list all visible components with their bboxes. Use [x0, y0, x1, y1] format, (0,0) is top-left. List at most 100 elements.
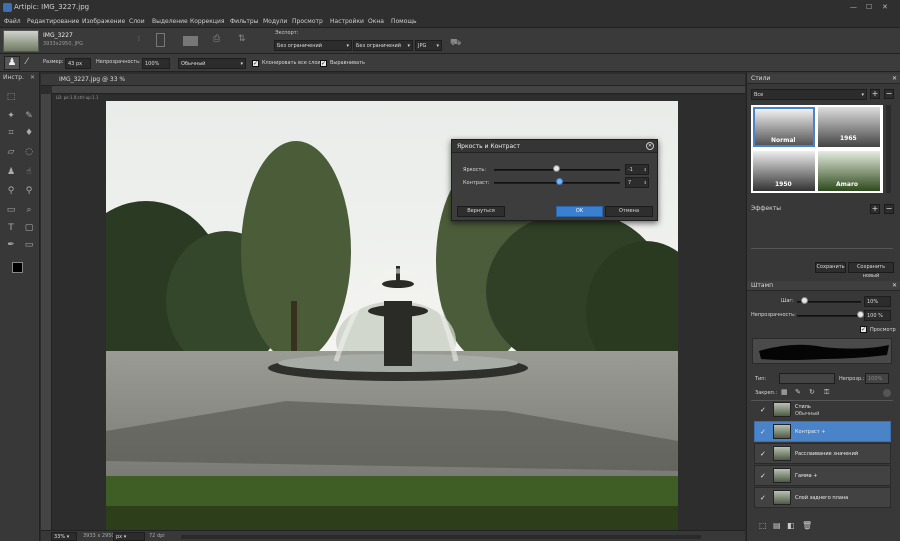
layer-opacity-input[interactable]: 100%	[865, 373, 889, 384]
zoom-input[interactable]: 33% ▾	[51, 532, 77, 541]
export-size-select-2[interactable]: Без ограничений ▾	[353, 40, 413, 51]
menu-filters[interactable]: Фильтры	[230, 18, 258, 25]
transfer-icon[interactable]: ⇅	[238, 34, 246, 44]
style-preset-normal[interactable]: Normal	[753, 107, 815, 147]
lock-rotate-icon[interactable]: ↻	[809, 388, 815, 396]
layer-mask-icon[interactable]: ⬚	[759, 521, 767, 530]
brush-icon[interactable]: ⁄	[26, 57, 28, 67]
add-effect-button[interactable]: +	[870, 204, 880, 214]
pen-icon[interactable]: ✒	[6, 240, 16, 250]
preview-checkbox[interactable]: ✓	[860, 326, 867, 333]
cancel-button[interactable]: Отмена	[605, 206, 653, 217]
layer-row-dispersion[interactable]: ✓ Расслаивание значений	[754, 443, 891, 464]
lock-pixels-icon[interactable]: ▦	[781, 388, 788, 396]
paint-brush-icon[interactable]: ✎	[24, 111, 34, 121]
menu-image[interactable]: Изображение	[82, 18, 125, 25]
reset-button[interactable]: Вернуться	[457, 206, 505, 217]
menu-modules[interactable]: Модули	[263, 18, 287, 25]
magic-wand-icon[interactable]: ✦	[6, 111, 16, 121]
step-slider-handle[interactable]	[800, 297, 808, 304]
text-icon[interactable]: T	[6, 223, 16, 233]
export-size-select-1[interactable]: Без ограничений ▾	[274, 40, 352, 51]
style-preset-amaro[interactable]: Amaro	[818, 151, 880, 191]
close-icon[interactable]: ✕	[882, 3, 888, 11]
remove-effect-button[interactable]: −	[884, 204, 894, 214]
opacity-input[interactable]: 100%	[142, 58, 170, 69]
menu-adjust[interactable]: Коррекция	[190, 18, 224, 25]
brightness-input[interactable]: -1 ⇕	[625, 164, 649, 175]
size-input[interactable]: 43 px	[65, 58, 91, 69]
style-preset-1950[interactable]: 1950	[753, 151, 815, 191]
foreground-color-swatch[interactable]	[12, 262, 23, 273]
layer-type-select[interactable]	[779, 373, 835, 384]
pipette-icon[interactable]: ⚲	[24, 186, 34, 196]
menu-help[interactable]: Помощь	[391, 18, 417, 25]
layer-row-background[interactable]: ✓ Слой заднего плана	[754, 487, 891, 508]
marquee-icon[interactable]: ⬚	[6, 92, 16, 102]
clone-stamp-icon[interactable]: ♟	[6, 167, 16, 177]
menu-view[interactable]: Просмотр	[292, 18, 323, 25]
eraser-icon[interactable]: ▱	[6, 147, 16, 157]
layer-visibility-icon[interactable]: ✓	[760, 428, 766, 436]
save-new-style-button[interactable]: Сохранить новый	[848, 262, 894, 279]
brush-opacity-slider-handle[interactable]	[857, 311, 864, 318]
minimize-icon[interactable]: —	[850, 3, 857, 11]
export-format-select[interactable]: JPG ▾	[415, 40, 442, 51]
new-page-icon[interactable]	[156, 33, 165, 47]
heal-icon[interactable]: ◌	[24, 147, 34, 157]
adjust-layer-icon[interactable]: ◧	[787, 521, 795, 530]
menu-settings[interactable]: Настройки	[330, 18, 364, 25]
layer-visibility-icon[interactable]: ✓	[760, 472, 766, 480]
layer-visibility-icon[interactable]: ✓	[760, 494, 766, 502]
document-thumbnail[interactable]	[3, 30, 39, 52]
zoom-icon[interactable]: ⌕	[24, 205, 34, 215]
smudge-icon[interactable]: ☝	[24, 167, 34, 177]
export-icon[interactable]: ⛟	[450, 38, 461, 49]
layer-visibility-icon[interactable]: ✓	[760, 450, 766, 458]
styles-scrollbar[interactable]	[886, 105, 891, 193]
lock-icon[interactable]: ⚿	[824, 388, 829, 397]
brush-opacity-input[interactable]: 100 %	[864, 310, 891, 321]
step-input[interactable]: 10%	[864, 296, 891, 307]
dialog-close-icon[interactable]: ✕	[646, 142, 654, 150]
hand-icon[interactable]: ▭	[24, 240, 34, 250]
menu-edit[interactable]: Редактирование	[27, 18, 79, 25]
clone-all-checkbox[interactable]: ✓	[252, 60, 259, 67]
blend-mode-select[interactable]: Обычный ▾	[178, 58, 246, 69]
stamp-close-icon[interactable]: ✕	[892, 282, 897, 289]
menu-layers[interactable]: Слои	[129, 18, 145, 25]
delete-layer-icon[interactable]: 🗑	[802, 521, 812, 530]
gradient-icon[interactable]: ▭	[6, 205, 16, 215]
layer-row-gamma[interactable]: ✓ Гамма +	[754, 465, 891, 486]
tray-icon[interactable]	[183, 36, 198, 46]
drop-icon[interactable]: ♦	[24, 128, 34, 138]
layer-row-style[interactable]: ✓ Стиль Обычный	[754, 399, 891, 420]
contrast-slider-handle[interactable]	[555, 178, 563, 185]
printer-icon[interactable]: ⎙	[213, 34, 220, 44]
crop-icon[interactable]: ⌗	[6, 128, 16, 138]
styles-close-icon[interactable]: ✕	[892, 75, 897, 82]
ok-button[interactable]: OK	[556, 206, 603, 217]
menu-windows[interactable]: Окна	[368, 18, 384, 25]
unit-select[interactable]: px ▾	[113, 532, 145, 541]
brightness-slider-handle[interactable]	[553, 165, 560, 172]
styles-filter-select[interactable]: Все ▾	[751, 89, 867, 100]
layer-visibility-icon[interactable]: ✓	[760, 406, 766, 414]
align-checkbox[interactable]: ✓	[320, 60, 327, 67]
tools-close-icon[interactable]: ✕	[30, 74, 35, 81]
add-style-button[interactable]: +	[870, 89, 880, 99]
eyedropper-icon[interactable]: ⚲	[6, 186, 16, 196]
new-layer-icon[interactable]: ▤	[773, 521, 781, 530]
menu-file[interactable]: Файл	[4, 18, 21, 25]
menu-select[interactable]: Выделение	[152, 18, 188, 25]
document-tab[interactable]: IMG_3227.jpg @ 33 %	[41, 74, 745, 86]
shape-icon[interactable]: ▢	[24, 223, 34, 233]
style-preset-1965[interactable]: 1965	[818, 107, 880, 147]
brush-opacity-slider[interactable]	[797, 315, 861, 317]
stamp-tool-icon[interactable]: ♟	[4, 56, 20, 70]
maximize-icon[interactable]: ☐	[866, 3, 872, 11]
layer-row-contrast[interactable]: ✓ Контраст +	[754, 421, 891, 442]
remove-style-button[interactable]: −	[884, 89, 894, 99]
save-style-button[interactable]: Сохранить	[815, 262, 846, 273]
contrast-input[interactable]: 7 ⇕	[625, 177, 649, 188]
